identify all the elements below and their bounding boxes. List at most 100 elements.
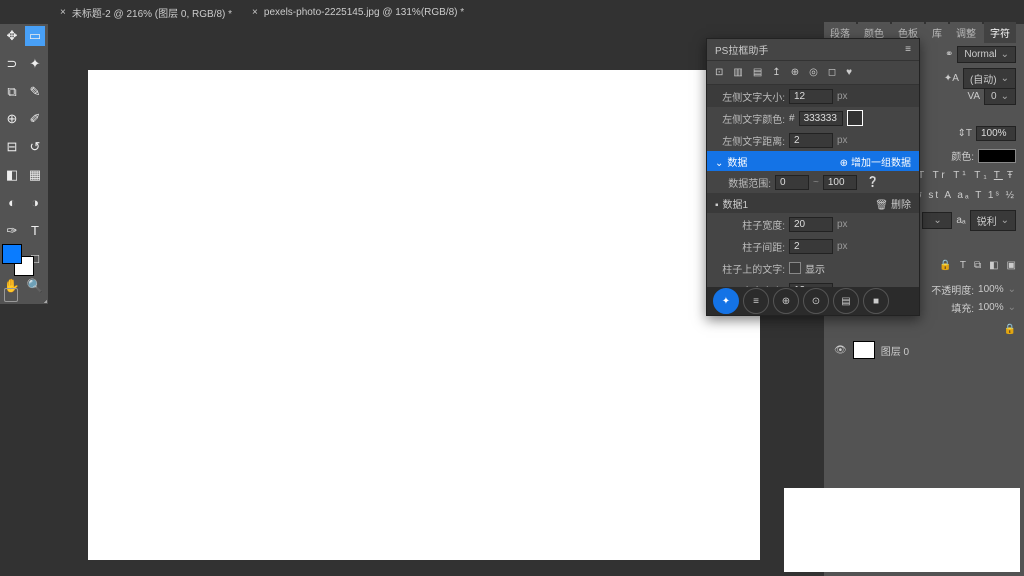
crop-tool[interactable]: ⧉ — [2, 82, 22, 102]
bar-gap-row: 柱子间距: px — [707, 235, 919, 257]
brush-tool[interactable]: ✐ — [25, 109, 45, 129]
plugin-panel: PS拉框助手 ≡ ⊡ ▥ ▤ ↥ ⊕ ◎ ◻ ♥ 左侧文字大小: px 左侧文字… — [706, 38, 920, 316]
help-icon[interactable]: ❔ — [867, 177, 879, 188]
plugin-toolbar: ⊡ ▥ ▤ ↥ ⊕ ◎ ◻ ♥ — [707, 61, 919, 85]
move-tool[interactable]: ✥ — [2, 26, 22, 46]
bar-width-input[interactable] — [789, 217, 833, 232]
layer-name[interactable]: 图层 0 — [881, 343, 909, 358]
tab-close-prefix: × — [60, 7, 66, 18]
target-icon[interactable]: ◎ — [809, 67, 818, 78]
left-size-input[interactable] — [789, 89, 833, 104]
blend-mode-select[interactable]: Normal⌄ — [957, 46, 1016, 63]
link-icon[interactable]: ⚭ — [945, 49, 953, 60]
dodge-tool[interactable]: ◑ — [25, 193, 45, 213]
left-gap-input[interactable] — [789, 133, 833, 148]
eyedropper-tool[interactable]: ✎ — [25, 82, 45, 102]
tracking-select[interactable]: 0⌄ — [984, 88, 1016, 105]
panel-tab[interactable]: 字符 — [984, 22, 1016, 43]
action-button[interactable]: ▤ — [833, 288, 859, 314]
tracking-row: VA 0⌄ — [967, 88, 1016, 105]
data-section-header[interactable]: ⌄数据 ⊕增加一组数据 — [707, 151, 919, 171]
action-button[interactable]: ⊕ — [773, 288, 799, 314]
data-group-header[interactable]: ▪数据1 🗑删除 — [707, 193, 919, 213]
layers-panel: 🔒 👁 图层 0 — [830, 320, 1020, 361]
show-checkbox[interactable] — [789, 262, 801, 274]
layer-thumbnail[interactable] — [853, 341, 875, 359]
blur-tool[interactable]: ◐ — [2, 193, 22, 213]
unit-label: px — [837, 135, 857, 146]
foreground-color-swatch[interactable] — [2, 244, 22, 264]
panel-tab[interactable]: 调整 — [950, 22, 982, 43]
scale-row: ⇕T — [958, 126, 1017, 141]
range-to-input[interactable] — [823, 175, 857, 190]
plugin-title: PS拉框助手 — [715, 42, 768, 57]
mask-icon[interactable]: ▣ — [1007, 260, 1016, 271]
color-row: 颜色: — [951, 148, 1016, 163]
field-label: 柱子宽度: — [715, 217, 785, 232]
heal-tool[interactable]: ⊕ — [2, 109, 22, 129]
up-icon[interactable]: ↥ — [772, 67, 780, 78]
delete-button[interactable]: 🗑删除 — [875, 196, 911, 211]
fill-row: 填充: 100% ⌄ — [951, 300, 1016, 315]
opacity-row: 不透明度: 100% ⌄ — [931, 282, 1016, 297]
color-preview[interactable] — [847, 110, 863, 126]
action-button[interactable]: ≡ — [743, 288, 769, 314]
document-tab[interactable]: × pexels-photo-2225145.jpg @ 131%(RGB/8)… — [242, 3, 474, 22]
bar-gap-input[interactable] — [789, 239, 833, 254]
stamp-tool[interactable]: ⊟ — [2, 137, 22, 157]
lasso-tool[interactable]: ⊃ — [2, 54, 22, 74]
range-from-input[interactable] — [775, 175, 809, 190]
eye-icon[interactable]: 👁 — [834, 345, 847, 356]
type-tool[interactable]: T — [25, 221, 45, 241]
left-size-row: 左侧文字大小: px — [707, 85, 919, 107]
document-tabs: × 未标题-2 @ 216% (图层 0, RGB/8) * × pexels-… — [50, 0, 824, 24]
group-label: 数据1 — [723, 200, 749, 211]
crop-icon[interactable]: ⧉ — [974, 260, 981, 271]
lock-icon[interactable]: 🔒 — [939, 260, 951, 271]
primary-action-button[interactable]: ✦ — [713, 288, 739, 314]
quick-mask-icon[interactable] — [4, 288, 18, 302]
alpha-icon[interactable]: ◧ — [989, 260, 998, 271]
opacity-label: 不透明度: — [931, 282, 974, 297]
menu-icon[interactable]: ≡ — [905, 44, 911, 55]
left-color-input[interactable] — [799, 111, 843, 126]
layer-row[interactable]: 👁 图层 0 — [830, 339, 1020, 361]
opacity-value[interactable]: 100% — [978, 284, 1004, 295]
chart-icon[interactable]: ⊡ — [715, 67, 723, 78]
square-icon[interactable]: ◻ — [828, 67, 836, 78]
wand-tool[interactable]: ✦ — [25, 54, 45, 74]
color-swatches[interactable] — [2, 244, 46, 284]
history-brush-tool[interactable]: ↺ — [25, 137, 45, 157]
field-label: 左侧文字距离: — [715, 133, 785, 148]
document-tab[interactable]: × 未标题-2 @ 216% (图层 0, RGB/8) * — [50, 1, 242, 24]
scale-input[interactable] — [976, 126, 1016, 141]
lang-select[interactable]: ⌄ — [922, 212, 952, 229]
leading-select[interactable]: (自动)⌄ — [963, 68, 1016, 89]
type-icon[interactable]: T — [960, 260, 966, 271]
aa-select[interactable]: 锐利⌄ — [970, 210, 1016, 231]
marquee-tool[interactable]: ▭ — [25, 26, 45, 46]
action-button[interactable]: ⊙ — [803, 288, 829, 314]
gradient-tool[interactable]: ▦ — [25, 165, 45, 185]
field-label: 左侧文字大小: — [715, 89, 785, 104]
pen-tool[interactable]: ✑ — [2, 221, 22, 241]
heart-icon[interactable]: ♥ — [846, 67, 852, 78]
leading-icon: ✦A — [944, 73, 959, 84]
globe-icon[interactable]: ⊕ — [791, 67, 799, 78]
plugin-header[interactable]: PS拉框助手 ≡ — [707, 39, 919, 61]
canvas[interactable] — [88, 70, 760, 560]
bar-width-row: 柱子宽度: px — [707, 213, 919, 235]
plugin-action-bar: ✦ ≡ ⊕ ⊙ ▤ ■ — [707, 287, 919, 315]
bar-icon[interactable]: ▥ — [733, 67, 742, 78]
add-data-button[interactable]: ⊕增加一组数据 — [840, 154, 911, 169]
action-button[interactable]: ■ — [863, 288, 889, 314]
aa-icon: aₐ — [956, 215, 965, 226]
field-label: 柱子间距: — [715, 239, 785, 254]
lock-icon[interactable]: 🔒 — [1004, 324, 1016, 335]
aa-row: ⌄ aₐ 锐利⌄ — [922, 210, 1016, 231]
table-icon[interactable]: ▤ — [753, 67, 762, 78]
text-color-swatch[interactable] — [978, 149, 1016, 163]
panel-tab[interactable]: 库 — [926, 22, 948, 43]
eraser-tool[interactable]: ◧ — [2, 165, 22, 185]
fill-value[interactable]: 100% — [978, 302, 1004, 313]
